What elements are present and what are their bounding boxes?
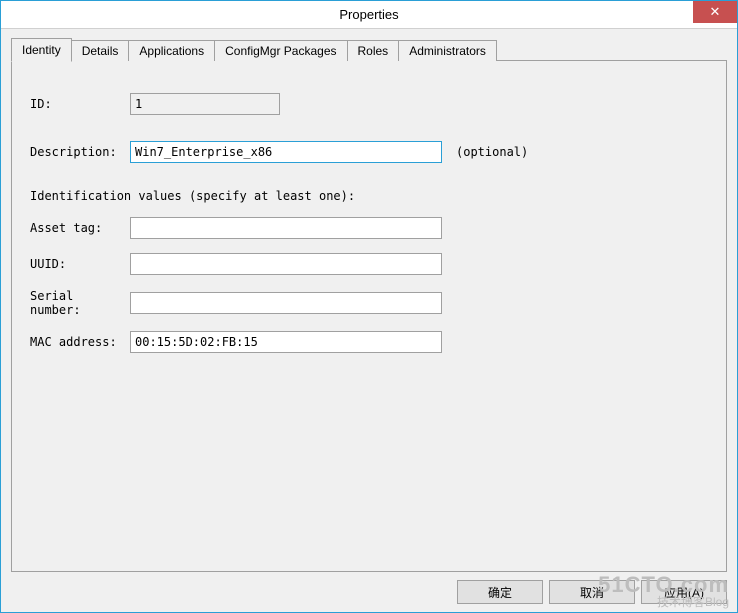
row-uuid: UUID: — [30, 253, 708, 275]
tab-details[interactable]: Details — [71, 40, 130, 61]
asset-tag-field[interactable] — [130, 217, 442, 239]
close-icon: ✕ — [710, 4, 721, 20]
row-description: Description: (optional) — [30, 141, 708, 163]
serial-number-field[interactable] — [130, 292, 442, 314]
id-field — [130, 93, 280, 115]
window-title: Properties — [339, 7, 398, 22]
serial-number-label: Serial number: — [30, 289, 130, 317]
description-field[interactable] — [130, 141, 442, 163]
properties-window: Properties ✕ Identity Details Applicatio… — [0, 0, 738, 613]
tab-roles[interactable]: Roles — [347, 40, 400, 61]
mac-address-label: MAC address: — [30, 335, 130, 349]
ok-button[interactable]: 确定 — [457, 580, 543, 604]
row-id: ID: — [30, 93, 708, 115]
row-asset-tag: Asset tag: — [30, 217, 708, 239]
tab-applications[interactable]: Applications — [128, 40, 215, 61]
dialog-button-row: 确定 取消 应用(A) — [11, 572, 727, 612]
tab-administrators[interactable]: Administrators — [398, 40, 497, 61]
client-area: Identity Details Applications ConfigMgr … — [1, 29, 737, 612]
asset-tag-label: Asset tag: — [30, 221, 130, 235]
row-mac-address: MAC address: — [30, 331, 708, 353]
identity-panel: ID: Description: (optional) Identificati… — [11, 60, 727, 572]
row-serial-number: Serial number: — [30, 289, 708, 317]
cancel-button[interactable]: 取消 — [549, 580, 635, 604]
uuid-label: UUID: — [30, 257, 130, 271]
close-button[interactable]: ✕ — [693, 1, 737, 23]
apply-button[interactable]: 应用(A) — [641, 580, 727, 604]
mac-address-field[interactable] — [130, 331, 442, 353]
id-label: ID: — [30, 97, 130, 111]
titlebar: Properties ✕ — [1, 1, 737, 29]
optional-hint: (optional) — [456, 145, 528, 159]
tabstrip: Identity Details Applications ConfigMgr … — [11, 38, 727, 61]
description-label: Description: — [30, 145, 130, 159]
tab-configmgr-packages[interactable]: ConfigMgr Packages — [214, 40, 347, 61]
identification-section-label: Identification values (specify at least … — [30, 189, 708, 203]
tab-identity[interactable]: Identity — [11, 38, 72, 62]
uuid-field[interactable] — [130, 253, 442, 275]
